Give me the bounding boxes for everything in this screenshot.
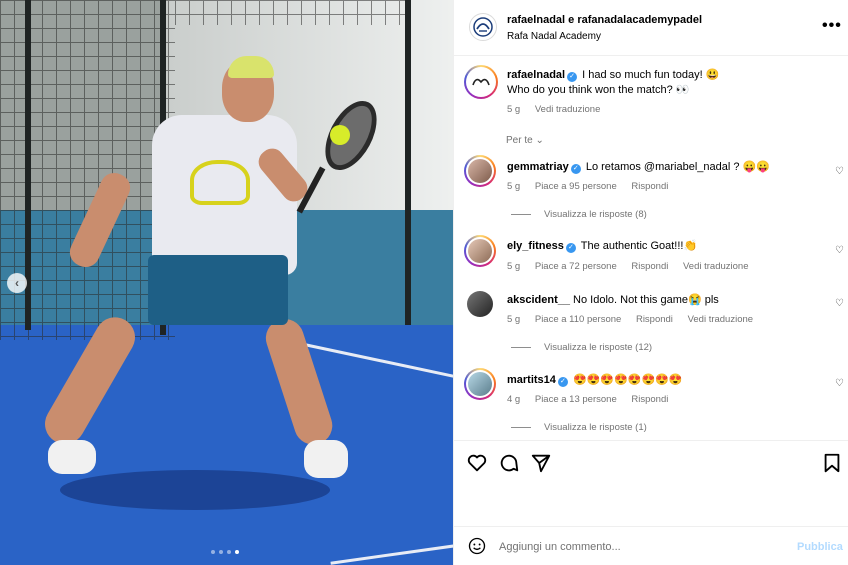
carousel-prev-button[interactable]: ‹ [7,273,27,293]
carousel-dot[interactable] [211,550,215,554]
comment-text: akscident__ No Idolo. Not this game😭 pls [507,293,817,308]
comment-translate-link[interactable]: Vedi traduzione [683,261,749,272]
carousel-dots [211,550,239,554]
comment-age: 4 g [507,394,521,405]
chevron-left-icon: ‹ [15,276,19,290]
player-shorts [148,255,288,325]
comment-translate-link[interactable]: Vedi traduzione [688,314,754,325]
comment-body: No Idolo. Not this game😭 pls [573,294,719,306]
fence-mesh [175,0,410,25]
header-subtitle[interactable]: Rafa Nadal Academy [507,31,601,42]
heart-icon[interactable]: ♡ [835,245,844,256]
comment-username[interactable]: martits14 [507,374,556,386]
post-photo: ‹ [0,0,453,565]
emoji-smiley-icon[interactable] [468,537,486,555]
caption-username[interactable]: rafaelnadal [507,69,565,81]
comment-avatar[interactable] [467,291,493,317]
comment-body: 😍😍😍😍😍😍😍😍 [572,374,683,386]
comment-likes[interactable]: Piace a 72 persone [535,261,617,272]
post-header: rafaelnadal e rafanadalacademypadel Rafa… [454,0,848,56]
carousel-dot-active[interactable] [235,550,239,554]
comment-avatar[interactable] [464,235,496,267]
comment-filter-label: Per te [506,135,533,146]
verified-badge-icon: ✓ [565,243,576,253]
caption-text: rafaelnadal ✓ I had so much fun today! 😃 … [507,68,817,98]
carousel-dot[interactable] [219,550,223,554]
account-avatar[interactable] [469,13,497,41]
comment-filter[interactable]: Per te ⌄ [506,135,544,146]
comment-username[interactable]: ely_fitness [507,240,564,252]
shirt-logo [190,160,250,205]
more-options-icon[interactable]: ••• [822,17,842,35]
caption-translate-link[interactable]: Vedi traduzione [535,104,601,115]
comment-likes[interactable]: Piace a 110 persone [535,314,621,325]
share-paper-plane-icon[interactable] [530,452,552,474]
comment-likes[interactable]: Piace a 13 persone [535,394,617,405]
comment-reply-link[interactable]: Rispondi [631,394,668,405]
comment-reply-link[interactable]: Rispondi [631,181,668,192]
comment-username[interactable]: akscident__ [507,294,570,306]
comment-age: 5 g [507,261,521,272]
view-replies-link[interactable]: Visualizza le risposte (1) [511,422,647,433]
view-replies-label: Visualizza le risposte (8) [544,209,647,220]
add-comment-bar: Aggiungi un commento... Pubblica [454,526,848,565]
comment-meta: 4 g Piace a 13 persone Rispondi [507,394,680,405]
heart-icon[interactable]: ♡ [835,378,844,389]
verified-badge-icon: ✓ [557,377,568,387]
header-usernames[interactable]: rafaelnadal e rafanadalacademypadel [507,14,702,26]
replies-divider [511,214,531,215]
chevron-down-icon: ⌄ [535,135,544,146]
player-shadow [60,470,330,510]
verified-badge-icon: ✓ [567,72,578,82]
view-replies-link[interactable]: Visualizza le risposte (8) [511,209,647,220]
view-replies-link[interactable]: Visualizza le risposte (12) [511,342,652,353]
caption-avatar[interactable] [464,65,498,99]
comment-reply-link[interactable]: Rispondi [636,314,673,325]
view-replies-label: Visualizza le risposte (1) [544,422,647,433]
comment-meta: 5 g Piace a 72 persone Rispondi Vedi tra… [507,261,760,272]
comment-avatar[interactable] [464,155,496,187]
comment-body: The authentic Goat!!!👏 [580,240,698,252]
heart-icon[interactable]: ♡ [835,298,844,309]
comment-meta: 5 g Piace a 95 persone Rispondi [507,181,680,192]
heart-icon[interactable]: ♡ [835,166,844,177]
comment-username[interactable]: gemmatriay [507,161,569,173]
comment-body: Lo retamos @mariabel_nadal ? 😛😛 [585,161,770,173]
comment-meta: 5 g Piace a 110 persone Rispondi Vedi tr… [507,314,765,325]
like-heart-icon[interactable] [466,452,488,474]
comment-text: gemmatriay ✓ Lo retamos @mariabel_nadal ?… [507,160,817,175]
academy-logo-icon [473,17,493,37]
rafa-logo-icon [472,78,490,86]
verified-badge-icon: ✓ [570,164,581,174]
view-replies-label: Visualizza le risposte (12) [544,342,653,353]
replies-divider [511,427,531,428]
comment-age: 5 g [507,181,521,192]
post-actions-bar [454,440,848,526]
comment-likes[interactable]: Piace a 95 persone [535,181,617,192]
player-shoe [48,440,96,474]
caption-line1: I had so much fun today! 😃 [582,69,720,81]
post-side-panel: rafaelnadal e rafanadalacademypadel Rafa… [453,0,848,565]
carousel-dot[interactable] [227,550,231,554]
caption-line2: Who do you think won the match? 👀 [507,84,690,96]
player-cap [228,56,274,78]
comment-input[interactable]: Aggiungi un commento... [499,541,621,553]
caption-age: 5 g [507,104,521,115]
comment-avatar[interactable] [464,368,496,400]
replies-divider [511,347,531,348]
bookmark-save-icon[interactable] [821,452,843,474]
comment-reply-link[interactable]: Rispondi [631,261,668,272]
caption-meta: 5 g Vedi traduzione [507,104,612,115]
player-shoe [304,440,348,478]
comment-text: martits14 ✓ 😍😍😍😍😍😍😍😍 [507,373,817,388]
publish-button[interactable]: Pubblica [797,541,843,553]
padel-ball [330,125,350,145]
fence-post [405,0,411,325]
comment-text: ely_fitness ✓ The authentic Goat!!!👏 [507,239,817,254]
comment-bubble-icon[interactable] [498,452,520,474]
comment-age: 5 g [507,314,521,325]
